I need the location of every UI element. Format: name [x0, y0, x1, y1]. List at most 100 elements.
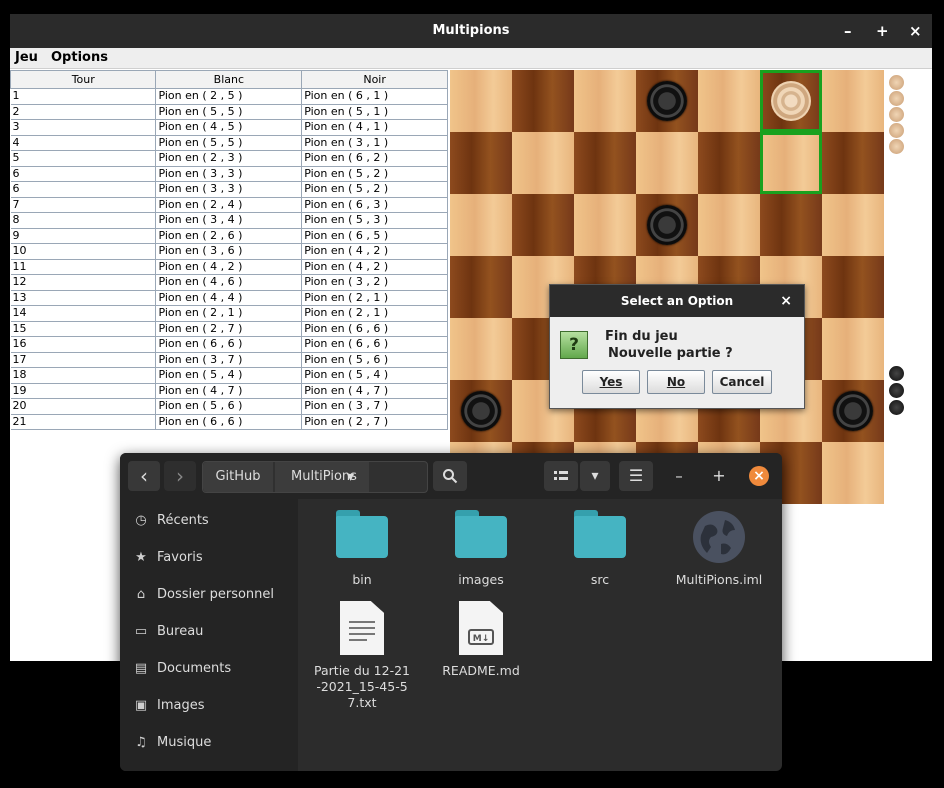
close-button[interactable]: × — [909, 22, 922, 40]
sidebar-item[interactable]: ⌂ Dossier personnel — [134, 587, 274, 602]
board-square[interactable] — [822, 194, 884, 256]
column-header-blanc[interactable]: Blanc — [155, 70, 303, 89]
file-item[interactable]: images — [426, 510, 536, 588]
search-button[interactable] — [433, 461, 467, 491]
sidebar-item[interactable]: ♫ Musique — [134, 735, 211, 750]
table-row[interactable]: 4 Pion en ( 5 , 5 ) Pion en ( 3 , 1 ) — [10, 135, 448, 151]
menu-options[interactable]: Options — [51, 50, 108, 65]
board-square[interactable] — [512, 194, 574, 256]
board-square[interactable] — [450, 70, 512, 132]
file-name: images — [458, 572, 504, 587]
fm-close-button[interactable]: × — [749, 466, 769, 486]
board-square[interactable] — [698, 194, 760, 256]
sidebar-item-icon: ▤ — [134, 661, 148, 676]
minimize-button[interactable]: – — [844, 22, 852, 40]
board-square[interactable] — [822, 70, 884, 132]
board-square[interactable] — [512, 70, 574, 132]
table-row[interactable]: 2 Pion en ( 5 , 5 ) Pion en ( 5 , 1 ) — [10, 104, 448, 120]
file-name: src — [590, 572, 610, 587]
dialog-close-button[interactable]: × — [780, 285, 792, 317]
view-list-button[interactable] — [544, 461, 578, 491]
table-row[interactable]: 17 Pion en ( 3 , 7 ) Pion en ( 5 , 6 ) — [10, 352, 448, 368]
table-row[interactable]: 5 Pion en ( 2 , 3 ) Pion en ( 6 , 2 ) — [10, 150, 448, 167]
table-row[interactable]: 3 Pion en ( 4 , 5 ) Pion en ( 4 , 1 ) — [10, 119, 448, 136]
board-square[interactable] — [574, 132, 636, 194]
cell-blanc: Pion en ( 2 , 5 ) — [155, 88, 303, 105]
forward-button[interactable]: › — [164, 461, 196, 491]
table-row[interactable]: 8 Pion en ( 3 , 4 ) Pion en ( 5 , 3 ) — [10, 212, 448, 229]
board-square[interactable] — [760, 194, 822, 256]
table-row[interactable]: 16 Pion en ( 6 , 6 ) Pion en ( 6 , 6 ) — [10, 336, 448, 353]
cell-blanc: Pion en ( 5 , 6 ) — [155, 398, 303, 415]
board-square[interactable] — [698, 132, 760, 194]
path-dropdown-icon[interactable]: ▾ — [347, 462, 354, 492]
back-button[interactable]: ‹ — [128, 461, 160, 491]
board-square[interactable] — [698, 70, 760, 132]
path-segment-multipions[interactable]: MultiPions — [275, 462, 369, 492]
sidebar-item[interactable]: ▣ Images — [134, 698, 205, 713]
table-row[interactable]: 14 Pion en ( 2 , 1 ) Pion en ( 2 , 1 ) — [10, 305, 448, 322]
cell-noir: Pion en ( 2 , 1 ) — [301, 290, 448, 306]
cell-blanc: Pion en ( 6 , 6 ) — [155, 336, 303, 353]
board-square[interactable] — [450, 318, 512, 380]
file-item[interactable]: MultiPions.iml — [664, 510, 774, 588]
board-square[interactable] — [822, 318, 884, 380]
board-square[interactable] — [822, 442, 884, 504]
table-row[interactable]: 20 Pion en ( 5 , 6 ) Pion en ( 3 , 7 ) — [10, 398, 448, 415]
table-row[interactable]: 12 Pion en ( 4 , 6 ) Pion en ( 3 , 2 ) — [10, 274, 448, 291]
table-row[interactable]: 7 Pion en ( 2 , 4 ) Pion en ( 6 , 3 ) — [10, 197, 448, 213]
cancel-button[interactable]: Cancel — [712, 370, 772, 394]
menu-jeu[interactable]: Jeu — [15, 50, 38, 65]
black-pawn[interactable] — [647, 205, 687, 245]
fm-maximize-button[interactable]: + — [706, 461, 732, 491]
column-header-noir[interactable]: Noir — [301, 70, 448, 89]
board-square[interactable] — [822, 132, 884, 194]
board-square[interactable] — [450, 256, 512, 318]
table-row[interactable]: 13 Pion en ( 4 , 4 ) Pion en ( 2 , 1 ) — [10, 290, 448, 306]
file-icon-wrap — [426, 510, 536, 566]
table-row[interactable]: 1 Pion en ( 2 , 5 ) Pion en ( 6 , 1 ) — [10, 88, 448, 105]
board-square[interactable] — [450, 194, 512, 256]
file-item[interactable]: M↓ README.md — [426, 601, 536, 679]
black-pawn[interactable] — [647, 81, 687, 121]
option-dialog: Select an Option × ? Fin du jeu Nouvelle… — [549, 284, 805, 409]
cell-noir: Pion en ( 5 , 3 ) — [301, 212, 448, 229]
sidebar-item[interactable]: ▤ Documents — [134, 661, 231, 676]
cell-tour: 8 — [10, 212, 157, 229]
sidebar-item[interactable]: ★ Favoris — [134, 550, 202, 565]
table-row[interactable]: 9 Pion en ( 2 , 6 ) Pion en ( 6 , 5 ) — [10, 228, 448, 244]
sidebar-item[interactable]: ▭ Bureau — [134, 624, 204, 639]
path-segment-github[interactable]: GitHub — [203, 462, 273, 492]
white-pawn[interactable] — [771, 81, 811, 121]
board-square[interactable] — [636, 132, 698, 194]
table-row[interactable]: 19 Pion en ( 4 , 7 ) Pion en ( 4 , 7 ) — [10, 383, 448, 399]
table-row[interactable]: 6 Pion en ( 3 , 3 ) Pion en ( 5 , 2 ) — [10, 166, 448, 182]
fm-minimize-button[interactable]: – — [666, 461, 692, 491]
sidebar-item[interactable]: ◷ Récents — [134, 513, 208, 528]
no-button[interactable]: No — [647, 370, 705, 394]
maximize-button[interactable]: + — [876, 22, 889, 40]
cell-blanc: Pion en ( 3 , 3 ) — [155, 166, 303, 182]
board-square[interactable] — [574, 194, 636, 256]
table-row[interactable]: 6 Pion en ( 3 , 3 ) Pion en ( 5 , 2 ) — [10, 181, 448, 198]
board-square[interactable] — [512, 132, 574, 194]
table-row[interactable]: 10 Pion en ( 3 , 6 ) Pion en ( 4 , 2 ) — [10, 243, 448, 260]
table-row[interactable]: 15 Pion en ( 2 , 7 ) Pion en ( 6 , 6 ) — [10, 321, 448, 337]
board-square[interactable] — [450, 132, 512, 194]
board-square[interactable] — [574, 70, 636, 132]
black-pawn[interactable] — [461, 391, 501, 431]
file-item[interactable]: bin — [307, 510, 417, 588]
view-options-button[interactable]: ▾ — [580, 461, 610, 491]
highlighted-square[interactable] — [760, 132, 822, 194]
table-row[interactable]: 18 Pion en ( 5 , 4 ) Pion en ( 5 , 4 ) — [10, 367, 448, 384]
table-row[interactable]: 11 Pion en ( 4 , 2 ) Pion en ( 4 , 2 ) — [10, 259, 448, 275]
file-item[interactable]: Partie du 12-21-2021_15-45-57.txt — [307, 601, 417, 711]
column-header-tour[interactable]: Tour — [9, 70, 157, 89]
black-pawn[interactable] — [833, 391, 873, 431]
yes-button[interactable]: Yes — [582, 370, 640, 394]
table-row[interactable]: 21 Pion en ( 6 , 6 ) Pion en ( 2 , 7 ) — [10, 414, 448, 430]
board-square[interactable] — [822, 256, 884, 318]
menu-button[interactable]: ☰ — [619, 461, 653, 491]
cell-noir: Pion en ( 3 , 7 ) — [301, 398, 448, 415]
file-item[interactable]: src — [545, 510, 655, 588]
